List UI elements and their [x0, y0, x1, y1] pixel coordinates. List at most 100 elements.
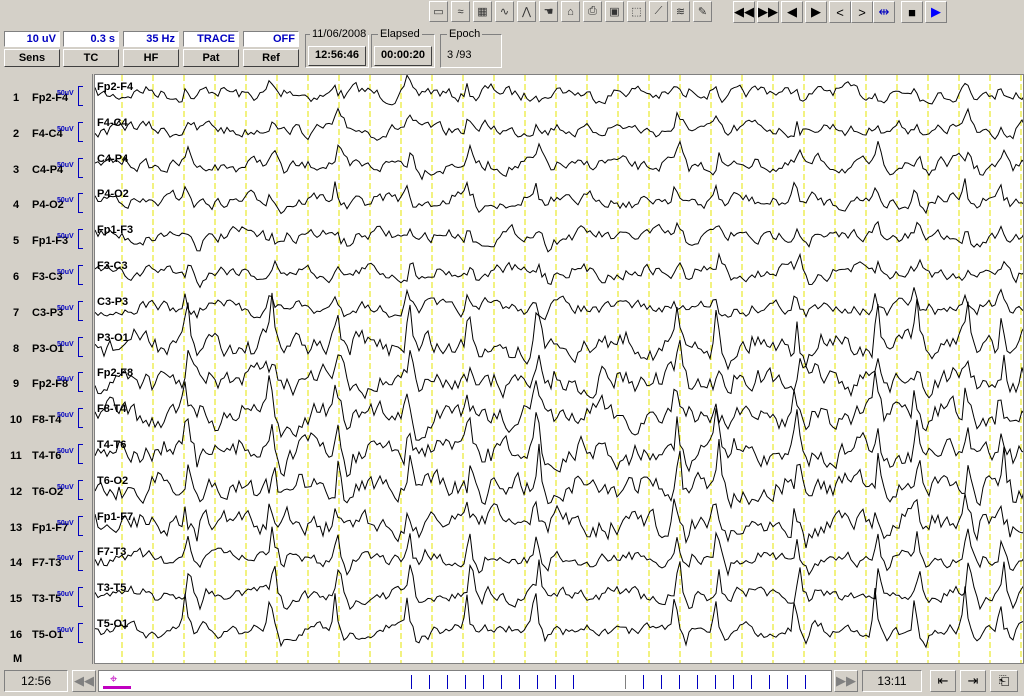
ruler-icon[interactable]: ⟋ [649, 1, 668, 22]
eeg-trace-line [95, 586, 1023, 649]
sens-button[interactable]: Sens [4, 49, 60, 67]
play-button[interactable]: ▶ [925, 1, 947, 23]
step-forward-button[interactable]: > [851, 1, 873, 23]
channel-label-row[interactable]: 13 Fp1-F7 50uV [2, 515, 92, 538]
fast-rewind-button[interactable]: ◀◀ [733, 1, 755, 23]
channel-number: 12 [9, 485, 23, 498]
spike-icon[interactable]: ⋀ [517, 1, 536, 22]
event-tick [555, 675, 556, 689]
hf-button[interactable]: HF [123, 49, 179, 67]
tc-value: 0.3 s [63, 31, 119, 47]
channel-number: 16 [9, 629, 23, 641]
page-forward-button[interactable]: ▶ [805, 1, 827, 23]
scale-bar-icon [78, 551, 83, 572]
event-icon[interactable]: ⌂ [561, 1, 580, 22]
elapsed-display: 00:00:20 [374, 46, 432, 66]
trace-channel-name: Fp2-F4 [97, 81, 134, 93]
scale-bar-icon [78, 300, 83, 321]
trace-channel-name: Fp1-F3 [97, 224, 134, 237]
stop-button[interactable]: ■ [901, 1, 923, 23]
elapsed-group: Elapsed 00:00:20 [371, 28, 435, 68]
scale-bar-icon [78, 121, 83, 142]
video-icon[interactable]: ≋ [671, 1, 690, 22]
event-tick [661, 675, 662, 689]
channel-number: 10 [9, 414, 23, 427]
timeline-rewind-button[interactable]: ◀◀ [72, 670, 96, 692]
timeline-forward-button[interactable]: ▶▶ [834, 670, 858, 692]
timeline-start-button[interactable]: ⇤ [930, 670, 956, 692]
channel-number: 4 [12, 199, 20, 212]
channel-label-row[interactable]: 3 C4-P4 50uV [2, 157, 92, 180]
channel-label-row[interactable]: 15 T3-T5 50uV [2, 587, 92, 609]
channel-label-row[interactable]: 8 P3-O1 50uV [2, 336, 92, 359]
channel-label-row[interactable]: 6 F3-C3 50uV [2, 265, 92, 287]
hand-icon[interactable]: ☚ [539, 1, 558, 22]
channel-scale: 50uV [57, 519, 74, 527]
channel-scale: 50uV [57, 340, 74, 348]
channel-scale: 50uV [57, 90, 74, 97]
scale-bar-icon [78, 479, 83, 500]
scale-bar-icon [78, 515, 83, 536]
event-tick [643, 675, 644, 689]
timeline-track[interactable]: ⌖ [98, 670, 832, 692]
channel-label-row[interactable]: 1 Fp2-F4 50uV [2, 86, 92, 108]
channel-label-row[interactable]: 7 C3-P3 50uV [2, 300, 92, 323]
eeg-trace-line [95, 339, 1023, 400]
print-icon[interactable]: ⎙ [583, 1, 602, 22]
pat-button[interactable]: Pat [183, 49, 239, 67]
event-tick [465, 675, 466, 689]
trace-channel-name: T5-O1 [97, 618, 129, 630]
channel-label-row[interactable]: 2 F4-C4 50uV [2, 121, 92, 144]
step-back-button[interactable]: < [829, 1, 851, 23]
channel-number: 15 [9, 593, 23, 606]
event-tick [805, 675, 806, 689]
montage-marker: M [13, 653, 23, 665]
ref-value: OFF [243, 31, 299, 47]
save-icon[interactable]: ▭ [429, 1, 448, 22]
eeg-trace-line [95, 292, 1023, 371]
scale-bar-icon [78, 444, 83, 464]
display-icon[interactable]: ▣ [605, 1, 624, 22]
trace-channel-name: Fp1-F7 [97, 510, 134, 523]
fast-forward-button[interactable]: ▶▶ [757, 1, 779, 23]
tc-button[interactable]: TC [63, 49, 119, 67]
eeg-trace-line [95, 252, 1023, 289]
ref-button[interactable]: Ref [243, 49, 299, 67]
channel-label-row[interactable]: 9 Fp2-F8 50uV [2, 372, 92, 394]
scale-bar-icon [78, 623, 83, 643]
channel-scale: 50uV [57, 161, 74, 169]
video-window-button[interactable]: ⎗ [990, 670, 1018, 692]
channel-label-row[interactable]: 11 T4-T6 50uV [2, 444, 92, 466]
eeg-trace-line [95, 139, 1023, 181]
scale-bar-icon [78, 587, 83, 608]
trace-channel-name: F3-C3 [97, 260, 128, 272]
channel-label-row[interactable]: 5 Fp1-F3 50uV [2, 229, 92, 251]
page-back-button[interactable]: ◀ [781, 1, 803, 23]
grid-icon[interactable]: ▦ [473, 1, 492, 22]
timeline-end-button[interactable]: ⇥ [960, 670, 986, 692]
date-group: 11/06/2008 12:56:46 [305, 28, 369, 68]
channel-label-row[interactable]: 12 T6-O2 50uV [2, 479, 92, 502]
eeg-trace-line [95, 287, 1023, 321]
notes-icon[interactable]: ✎ [693, 1, 712, 22]
montage-icon[interactable]: ≈ [451, 1, 470, 22]
waveform-icon[interactable]: ∿ [495, 1, 514, 22]
current-position-marker[interactable]: ⌖ [103, 671, 131, 689]
cursor-button[interactable]: ⇹ [873, 1, 895, 23]
channel-scale: 50uV [57, 233, 74, 241]
eeg-trace-line [95, 559, 1023, 611]
channel-label-row[interactable]: 16 T5-O1 50uV [2, 623, 92, 645]
setting-tc: 0.3 s TC [63, 31, 119, 67]
scale-bar-icon [78, 336, 83, 357]
eeg-trace-line [95, 107, 1023, 141]
channel-label-row[interactable]: 14 F7-T3 50uV [2, 551, 92, 573]
channel-scale: 50uV [57, 448, 74, 455]
epoch-display: 3 /93 [447, 49, 472, 61]
event-tick [483, 675, 484, 689]
channel-label-row[interactable]: 4 P4-O2 50uV [2, 193, 92, 215]
select-icon[interactable]: ⬚ [627, 1, 646, 22]
eeg-trace-area[interactable]: Fp2-F4 F4-C4 C4-P4 P4-O2 Fp1-F3 F3-C3 C3-P3 P3-… [94, 74, 1024, 664]
event-tick [787, 675, 788, 689]
trace-channel-name: P4-O2 [97, 188, 129, 201]
channel-label-row[interactable]: 10 F8-T4 50uV [2, 408, 92, 430]
